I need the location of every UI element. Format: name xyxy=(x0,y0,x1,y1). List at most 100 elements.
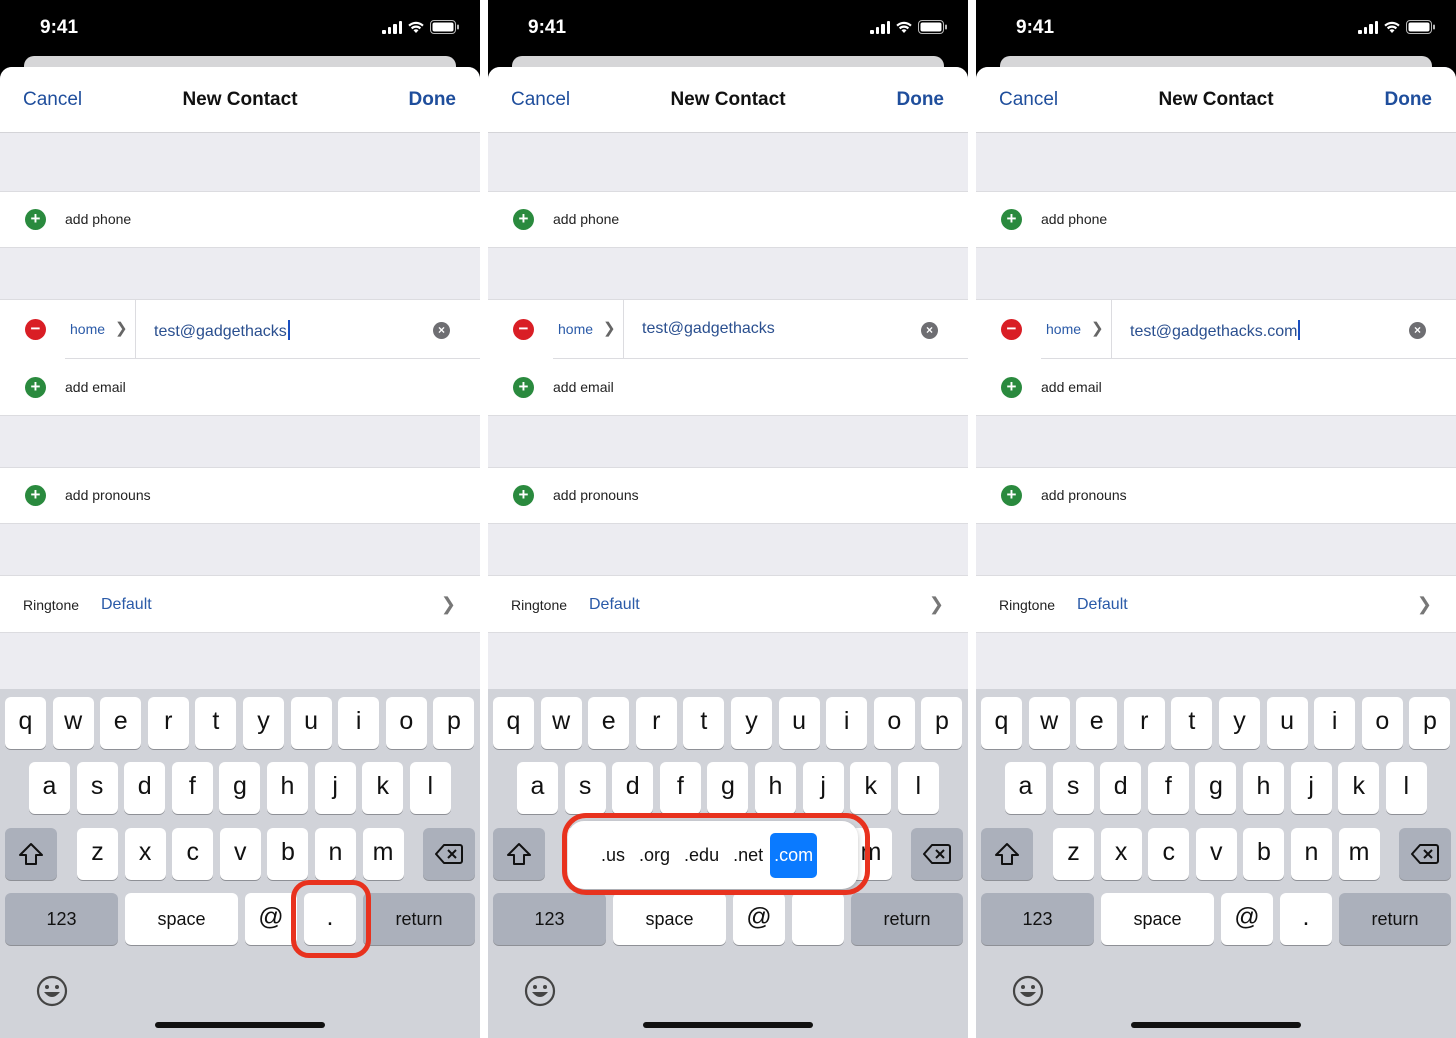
key-d[interactable]: d xyxy=(124,762,166,814)
chevron-right-icon[interactable]: ❯ xyxy=(115,319,128,337)
done-button[interactable]: Done xyxy=(897,89,945,111)
numbers-key[interactable]: 123 xyxy=(5,893,118,945)
key-m[interactable]: m xyxy=(362,828,404,880)
key-d[interactable]: d xyxy=(1100,762,1142,814)
key-z[interactable]: z xyxy=(1053,828,1094,880)
clear-text-icon[interactable]: × xyxy=(921,322,938,339)
add-icon[interactable]: + xyxy=(513,485,534,506)
key-l[interactable]: l xyxy=(409,762,451,814)
key-y[interactable]: y xyxy=(243,697,284,749)
delete-key[interactable] xyxy=(911,828,963,880)
period-key[interactable] xyxy=(792,893,844,945)
key-s[interactable]: s xyxy=(76,762,118,814)
key-h[interactable]: h xyxy=(1243,762,1284,814)
home-indicator[interactable] xyxy=(155,1022,325,1028)
add-icon[interactable]: + xyxy=(513,209,534,230)
domain-option[interactable]: .net xyxy=(726,837,770,874)
key-g[interactable]: g xyxy=(1195,762,1237,814)
key-e[interactable]: e xyxy=(1076,697,1118,749)
key-i[interactable]: i xyxy=(338,697,380,749)
key-k[interactable]: k xyxy=(850,762,892,814)
ringtone-row[interactable]: Ringtone Default ❯ xyxy=(0,575,480,633)
period-key[interactable]: . xyxy=(1280,893,1332,945)
ringtone-row[interactable]: Ringtone Default ❯ xyxy=(976,575,1456,633)
key-p[interactable]: p xyxy=(433,697,475,749)
domain-option[interactable]: .org xyxy=(632,837,677,874)
shift-key[interactable] xyxy=(981,828,1033,880)
add-icon[interactable]: + xyxy=(1001,209,1022,230)
key-j[interactable]: j xyxy=(802,762,844,814)
key-l[interactable]: l xyxy=(897,762,939,814)
add-icon[interactable]: + xyxy=(513,377,534,398)
add-pronouns-row[interactable]: + add pronouns xyxy=(976,467,1456,524)
period-key[interactable]: . xyxy=(304,893,356,945)
remove-icon[interactable]: − xyxy=(25,319,46,340)
key-a[interactable]: a xyxy=(517,762,558,814)
key-s[interactable]: s xyxy=(1052,762,1094,814)
at-key[interactable]: @ xyxy=(733,893,785,945)
key-f[interactable]: f xyxy=(1147,762,1189,814)
key-m[interactable]: m xyxy=(1338,828,1380,880)
key-h[interactable]: h xyxy=(755,762,796,814)
space-key[interactable]: space xyxy=(613,893,726,945)
at-key[interactable]: @ xyxy=(1221,893,1273,945)
done-button[interactable]: Done xyxy=(1385,89,1433,111)
key-q[interactable]: q xyxy=(5,697,46,749)
space-key[interactable]: space xyxy=(1101,893,1214,945)
key-y[interactable]: y xyxy=(731,697,772,749)
key-p[interactable]: p xyxy=(1409,697,1451,749)
email-input[interactable]: test@gadgethacks xyxy=(154,320,290,341)
add-email-label[interactable]: add email xyxy=(65,379,126,395)
key-s[interactable]: s xyxy=(564,762,606,814)
key-a[interactable]: a xyxy=(29,762,70,814)
home-indicator[interactable] xyxy=(643,1022,813,1028)
key-g[interactable]: g xyxy=(707,762,749,814)
remove-icon[interactable]: − xyxy=(513,319,534,340)
key-p[interactable]: p xyxy=(921,697,963,749)
key-u[interactable]: u xyxy=(290,697,332,749)
key-r[interactable]: r xyxy=(635,697,677,749)
home-indicator[interactable] xyxy=(1131,1022,1301,1028)
domain-option[interactable]: .com xyxy=(770,832,818,878)
add-phone-row[interactable]: + add phone xyxy=(0,191,480,248)
key-v[interactable]: v xyxy=(219,828,261,880)
key-c[interactable]: c xyxy=(1148,828,1190,880)
key-k[interactable]: k xyxy=(362,762,404,814)
add-email-label[interactable]: add email xyxy=(553,379,614,395)
key-n[interactable]: n xyxy=(1291,828,1332,880)
key-t[interactable]: t xyxy=(195,697,237,749)
space-key[interactable]: space xyxy=(125,893,238,945)
key-w[interactable]: w xyxy=(540,697,582,749)
delete-key[interactable] xyxy=(1399,828,1451,880)
key-g[interactable]: g xyxy=(219,762,261,814)
add-pronouns-row[interactable]: + add pronouns xyxy=(488,467,968,524)
delete-key[interactable] xyxy=(423,828,475,880)
key-t[interactable]: t xyxy=(1171,697,1213,749)
clear-text-icon[interactable]: × xyxy=(1409,322,1426,339)
email-type-label[interactable]: home xyxy=(558,321,593,337)
email-type-label[interactable]: home xyxy=(1046,321,1081,337)
key-k[interactable]: k xyxy=(1338,762,1380,814)
key-r[interactable]: r xyxy=(147,697,189,749)
key-o[interactable]: o xyxy=(1361,697,1403,749)
clear-text-icon[interactable]: × xyxy=(433,322,450,339)
key-x[interactable]: x xyxy=(124,828,166,880)
key-q[interactable]: q xyxy=(981,697,1022,749)
key-b[interactable]: b xyxy=(1243,828,1285,880)
key-i[interactable]: i xyxy=(1314,697,1356,749)
key-e[interactable]: e xyxy=(100,697,142,749)
ringtone-row[interactable]: Ringtone Default ❯ xyxy=(488,575,968,633)
emoji-icon[interactable] xyxy=(524,975,556,1007)
add-pronouns-row[interactable]: + add pronouns xyxy=(0,467,480,524)
add-icon[interactable]: + xyxy=(25,377,46,398)
email-input[interactable]: test@gadgethacks.com xyxy=(1130,320,1301,341)
domain-option[interactable]: .us xyxy=(594,837,632,874)
return-key[interactable]: return xyxy=(851,893,963,945)
key-z[interactable]: z xyxy=(77,828,118,880)
key-e[interactable]: e xyxy=(588,697,630,749)
key-w[interactable]: w xyxy=(1028,697,1070,749)
at-key[interactable]: @ xyxy=(245,893,297,945)
key-f[interactable]: f xyxy=(171,762,213,814)
key-u[interactable]: u xyxy=(1266,697,1308,749)
key-a[interactable]: a xyxy=(1005,762,1046,814)
